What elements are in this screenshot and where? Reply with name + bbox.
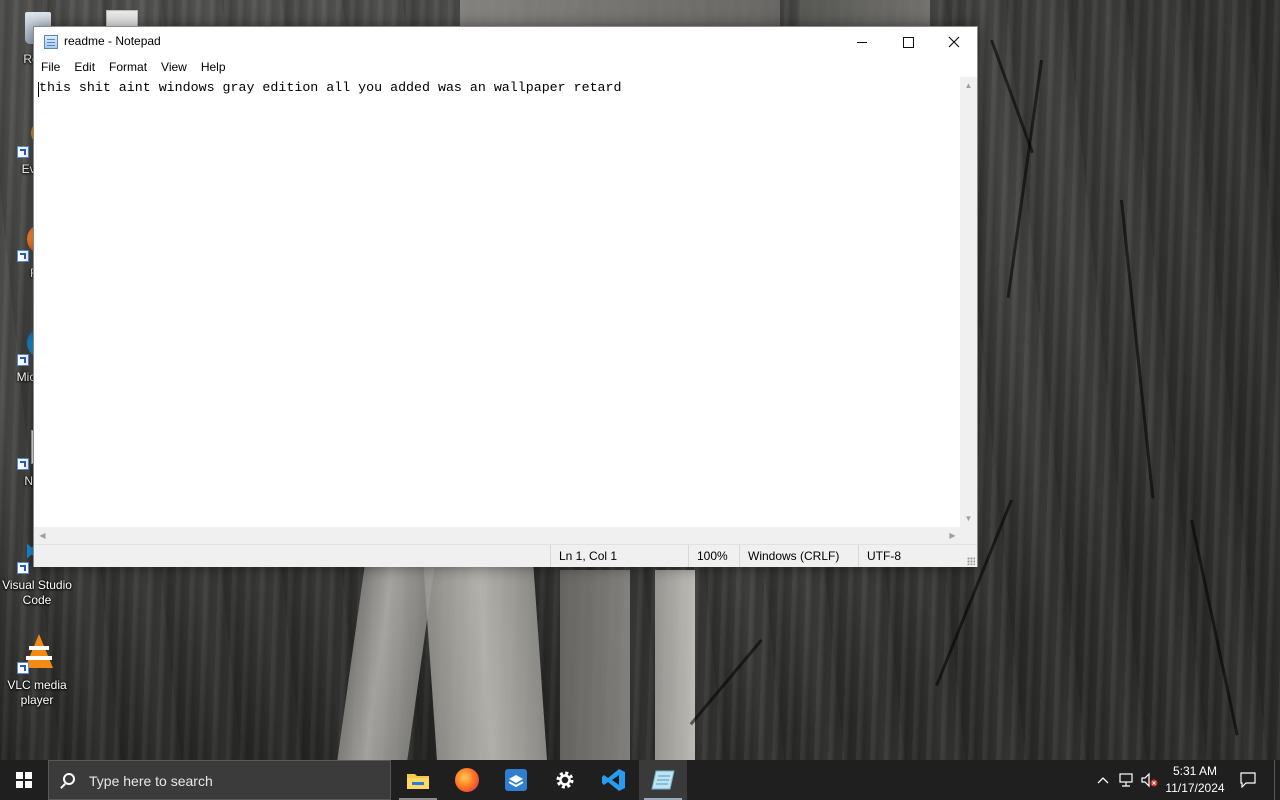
virtualbox-icon <box>505 769 527 791</box>
shortcut-arrow-icon <box>17 146 29 158</box>
desktop-icon-vlc[interactable]: VLC media player <box>0 634 74 708</box>
show-hidden-icons-button[interactable] <box>1093 760 1113 800</box>
taskbar-notepad[interactable] <box>639 760 687 800</box>
volume-muted-icon <box>1141 772 1158 788</box>
title-bar[interactable]: readme - Notepad <box>34 27 977 57</box>
scroll-right-arrow-icon[interactable]: ▶ <box>944 527 961 544</box>
scroll-left-arrow-icon[interactable]: ◀ <box>34 527 51 544</box>
chevron-up-icon <box>1097 777 1109 784</box>
taskbar-file-explorer[interactable] <box>394 760 442 800</box>
vlc-cone-icon <box>17 634 57 674</box>
scroll-up-arrow-icon[interactable]: ▲ <box>960 77 977 94</box>
minimize-button[interactable] <box>839 27 885 57</box>
windows-logo-icon <box>16 772 32 788</box>
notepad-icon <box>651 770 675 790</box>
start-button[interactable] <box>0 760 48 800</box>
search-placeholder: Type here to search <box>89 773 213 789</box>
status-encoding: UTF-8 <box>858 545 977 567</box>
volume-button[interactable] <box>1138 760 1160 800</box>
horizontal-scrollbar[interactable]: ◀ ▶ <box>34 527 961 544</box>
shortcut-arrow-icon <box>17 562 29 574</box>
taskbar-settings[interactable] <box>541 760 589 800</box>
close-button[interactable] <box>931 27 977 57</box>
status-line-ending: Windows (CRLF) <box>739 545 858 567</box>
notepad-app-icon[interactable] <box>44 35 58 49</box>
shortcut-arrow-icon <box>17 354 29 366</box>
taskbar: Type here to search 5:31 AM 11/17/2024 <box>0 760 1280 800</box>
resize-grip-icon[interactable] <box>967 557 975 565</box>
shortcut-arrow-icon <box>17 662 29 674</box>
shortcut-arrow-icon <box>17 250 29 262</box>
menu-edit[interactable]: Edit <box>67 57 102 77</box>
clock-time: 5:31 AM <box>1172 764 1218 778</box>
network-status-button[interactable] <box>1115 760 1137 800</box>
text-editor-area[interactable]: this shit aint windows gray edition all … <box>34 77 961 527</box>
status-zoom: 100% <box>688 545 739 567</box>
firefox-icon <box>455 768 479 792</box>
file-explorer-icon <box>407 774 429 789</box>
maximize-button[interactable] <box>885 27 931 57</box>
maximize-icon <box>902 36 914 48</box>
desktop-icon-label: VLC media player <box>7 678 67 707</box>
taskbar-search-box[interactable]: Type here to search <box>48 760 391 800</box>
menu-file[interactable]: File <box>34 57 67 77</box>
menu-help[interactable]: Help <box>194 57 233 77</box>
desktop-icon-label: Visual Studio Code <box>2 578 72 607</box>
action-center-button[interactable] <box>1234 760 1262 800</box>
network-wired-icon <box>1119 773 1133 787</box>
close-icon <box>948 36 960 48</box>
menu-bar: File Edit Format View Help <box>34 57 977 77</box>
menu-format[interactable]: Format <box>102 57 154 77</box>
taskbar-virtualbox[interactable] <box>492 760 540 800</box>
menu-view[interactable]: View <box>154 57 194 77</box>
clock-date: 11/17/2024 <box>1165 781 1225 795</box>
scrollbar-corner <box>960 527 977 544</box>
search-icon <box>63 773 75 785</box>
taskbar-firefox[interactable] <box>443 760 491 800</box>
notepad-window[interactable]: readme - Notepad File Edit Format View H… <box>33 26 978 567</box>
show-desktop-button[interactable] <box>1274 760 1280 800</box>
status-cursor-position: Ln 1, Col 1 <box>550 545 688 567</box>
taskbar-vscode[interactable] <box>590 760 638 800</box>
notification-icon <box>1240 772 1256 788</box>
settings-icon <box>556 771 574 789</box>
minimize-icon <box>857 41 867 43</box>
taskbar-clock[interactable]: 5:31 AM 11/17/2024 <box>1160 763 1230 797</box>
document-text[interactable]: this shit aint windows gray edition all … <box>39 80 622 95</box>
scroll-down-arrow-icon[interactable]: ▼ <box>960 510 977 527</box>
vertical-scrollbar[interactable]: ▲ ▼ <box>960 77 977 527</box>
vscode-icon <box>602 769 625 791</box>
window-title: readme - Notepad <box>64 34 161 48</box>
shortcut-arrow-icon <box>17 458 29 470</box>
status-bar: Ln 1, Col 1 100% Windows (CRLF) UTF-8 <box>34 544 977 567</box>
